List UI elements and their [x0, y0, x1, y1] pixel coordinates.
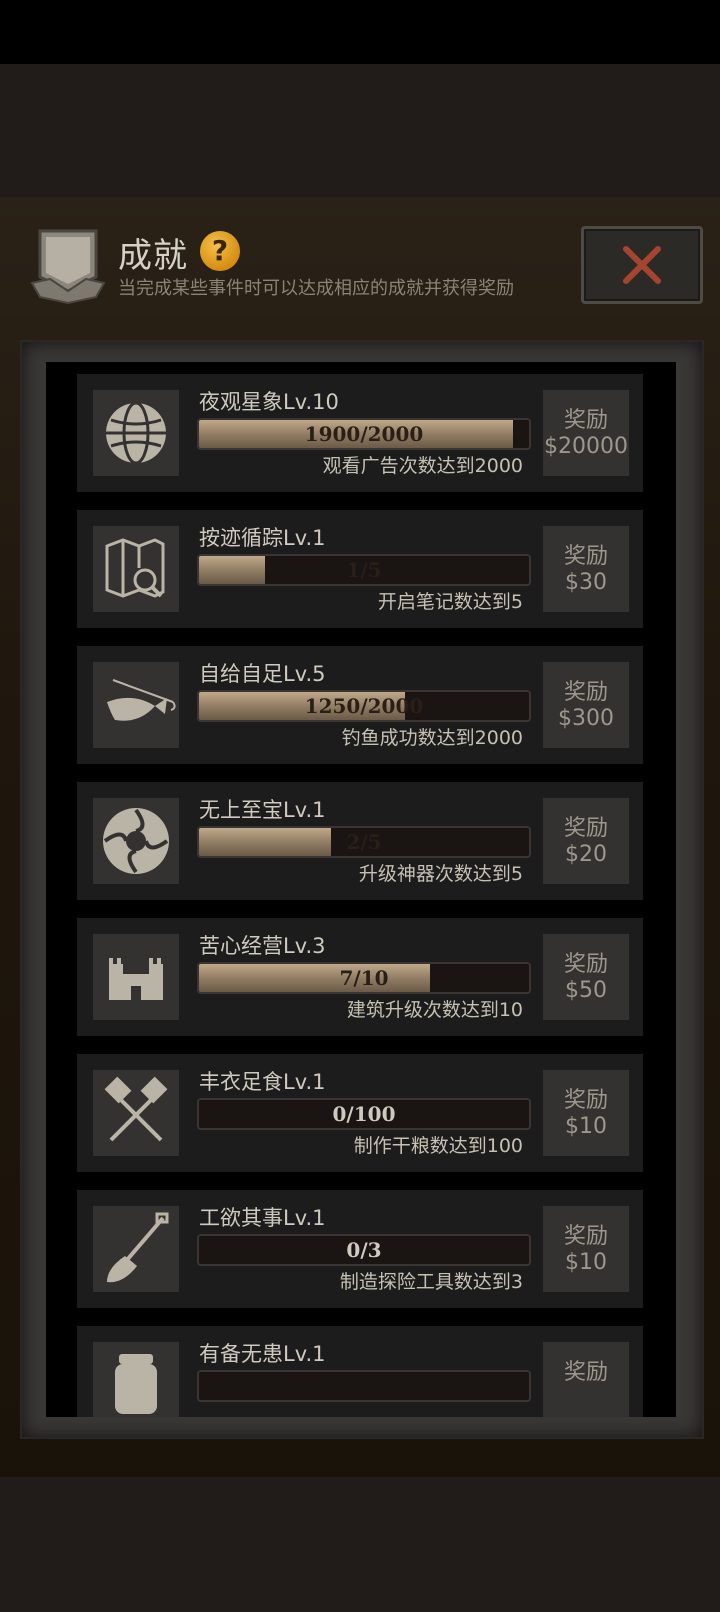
reward-label: 奖励: [563, 544, 608, 569]
achievement-icon-box: [93, 390, 179, 476]
achievement-name: 无上至宝Lv.1: [199, 798, 326, 822]
jar-icon: [115, 1354, 157, 1414]
achievement-badge-icon: [30, 229, 106, 305]
reward-button[interactable]: 奖励 $10: [543, 1206, 629, 1292]
achievement-list-frame: 夜观星象Lv.10 1900/2000 观看广告次数达到2000 奖励 $200…: [20, 340, 704, 1439]
progress-bar: 0/3: [197, 1234, 531, 1266]
achievement-icon-box: [93, 662, 179, 748]
reward-button[interactable]: 奖励 $30: [543, 526, 629, 612]
reward-value: $50: [565, 978, 607, 1003]
progress-text: 1250/2000: [304, 694, 424, 718]
close-x-icon: [623, 246, 661, 284]
reward-label: 奖励: [563, 1360, 608, 1385]
reward-button[interactable]: 奖励: [543, 1342, 629, 1417]
achievement-icon-box: [93, 1070, 179, 1156]
achievement-card: 无上至宝Lv.1 2/5 升级神器次数达到5 奖励 $20: [77, 782, 643, 900]
reward-value: $20: [565, 842, 607, 867]
reward-label: 奖励: [563, 816, 608, 841]
achievement-name: 夜观星象Lv.10: [199, 390, 339, 414]
achievement-icon-box: [93, 798, 179, 884]
progress-bar: [197, 1370, 531, 1402]
crossed-spatulas-icon: [104, 1076, 168, 1142]
achievement-desc: 制作干粮数达到100: [353, 1135, 523, 1157]
achievement-name: 丰衣足食Lv.1: [199, 1070, 326, 1094]
fishing-icon: [107, 679, 176, 721]
achievement-name: 苦心经营Lv.3: [199, 934, 326, 958]
reward-label: 奖励: [563, 680, 608, 705]
close-button[interactable]: [581, 226, 703, 304]
progress-text: 0/3: [346, 1238, 382, 1262]
progress-text: 0/100: [332, 1102, 396, 1126]
achievement-icon-box: [93, 934, 179, 1020]
achievement-name: 有备无患Lv.1: [199, 1342, 326, 1366]
achievement-card: 自给自足Lv.5 1250/2000 钓鱼成功数达到2000 奖励 $300: [77, 646, 643, 764]
reward-value: $300: [558, 706, 614, 731]
achievement-card: 工欲其事Lv.1 0/3 制造探险工具数达到3 奖励 $10: [77, 1190, 643, 1308]
achievement-card: 按迹循踪Lv.1 1/5 开启笔记数达到5 奖励 $30: [77, 510, 643, 628]
reward-value: $30: [565, 570, 607, 595]
bottom-area: [0, 1477, 720, 1612]
progress-bar: 2/5: [197, 826, 531, 858]
achievement-card: 有备无患Lv.1 奖励: [77, 1326, 643, 1417]
reward-button[interactable]: 奖励 $20000: [543, 390, 629, 476]
reward-label: 奖励: [563, 408, 608, 433]
shovel-icon: [107, 1212, 169, 1283]
progress-bar: 1/5: [197, 554, 531, 586]
achievement-desc: 制造探险工具数达到3: [339, 1271, 523, 1293]
globe-icon: [106, 401, 166, 465]
page-subtitle: 当完成某些事件时可以达成相应的成就并获得奖励: [118, 278, 514, 299]
reward-value: $10: [565, 1114, 607, 1139]
artifact-emblem-icon: [103, 808, 169, 874]
achievement-desc: 观看广告次数达到2000: [322, 455, 523, 477]
achievement-icon-box: [93, 526, 179, 612]
reward-value: $20000: [544, 434, 628, 459]
progress-bar: 0/100: [197, 1098, 531, 1130]
reward-label: 奖励: [563, 1224, 608, 1249]
achievement-icon-box: [93, 1206, 179, 1292]
achievement-card: 丰衣足食Lv.1 0/100 制作干粮数达到100 奖励 $10: [77, 1054, 643, 1172]
achievement-name: 自给自足Lv.5: [199, 662, 326, 686]
reward-button[interactable]: 奖励 $300: [543, 662, 629, 748]
achievement-list[interactable]: 夜观星象Lv.10 1900/2000 观看广告次数达到2000 奖励 $200…: [46, 362, 676, 1417]
achievement-desc: 钓鱼成功数达到2000: [341, 727, 523, 749]
progress-bar: 1900/2000: [197, 418, 531, 450]
reward-button[interactable]: 奖励 $50: [543, 934, 629, 1020]
achievement-card: 夜观星象Lv.10 1900/2000 观看广告次数达到2000 奖励 $200…: [77, 374, 643, 492]
castle-icon: [109, 958, 163, 1000]
map-search-icon: [105, 538, 165, 598]
page-title: 成就: [118, 236, 188, 276]
progress-text: 7/10: [339, 966, 389, 990]
progress-bar: 7/10: [197, 962, 531, 994]
progress-text: 1/5: [346, 558, 382, 582]
help-icon[interactable]: ?: [200, 231, 240, 271]
reward-button[interactable]: 奖励 $20: [543, 798, 629, 884]
status-bar: [0, 0, 720, 64]
progress-text: 2/5: [346, 830, 382, 854]
progress-text: 1900/2000: [304, 422, 424, 446]
achievement-desc: 开启笔记数达到5: [377, 591, 523, 613]
achievement-name: 按迹循踪Lv.1: [199, 526, 326, 550]
reward-value: $10: [565, 1250, 607, 1275]
achievement-card: 苦心经营Lv.3 7/10 建筑升级次数达到10 奖励 $50: [77, 918, 643, 1036]
achievement-desc: 建筑升级次数达到10: [346, 999, 523, 1021]
achievement-name: 工欲其事Lv.1: [199, 1206, 326, 1230]
achievement-desc: 升级神器次数达到5: [358, 863, 523, 885]
achievement-icon-box: [93, 1342, 179, 1417]
reward-label: 奖励: [563, 1088, 608, 1113]
progress-text: [199, 1372, 529, 1400]
reward-label: 奖励: [563, 952, 608, 977]
reward-button[interactable]: 奖励 $10: [543, 1070, 629, 1156]
progress-bar: 1250/2000: [197, 690, 531, 722]
